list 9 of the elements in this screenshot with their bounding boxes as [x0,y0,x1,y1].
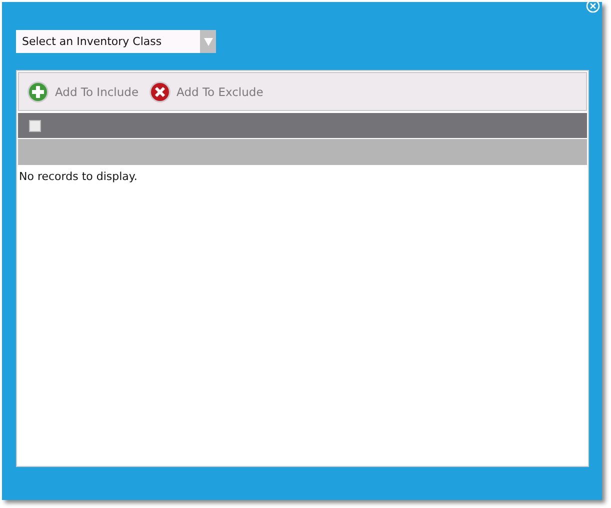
inventory-class-dropdown[interactable]: Select an Inventory Class [16,30,216,53]
caret-icon [204,38,212,46]
add-exclude-button[interactable]: Add To Exclude [148,80,264,102]
plus-icon [27,80,49,102]
close-icon[interactable] [586,0,600,13]
select-all-checkbox[interactable] [29,120,41,132]
add-include-button[interactable]: Add To Include [27,80,139,102]
cross-icon [148,80,171,102]
empty-message: No records to display. [18,169,138,183]
